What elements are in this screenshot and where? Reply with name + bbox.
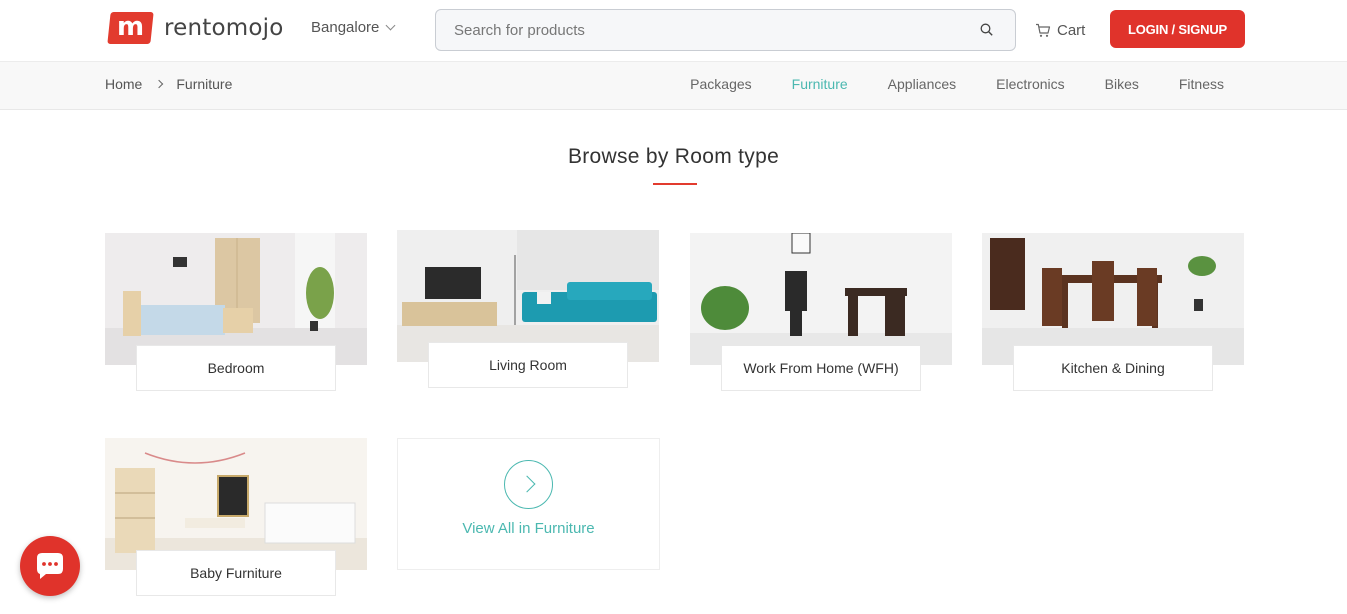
category-appliances[interactable]: Appliances [888,76,957,92]
room-card-living-room[interactable]: Living Room [397,230,659,390]
room-card-bedroom[interactable]: Bedroom [105,233,367,393]
category-fitness[interactable]: Fitness [1179,76,1224,92]
view-all-furniture-card[interactable]: View All in Furniture [397,438,660,570]
room-label: Work From Home (WFH) [721,345,921,391]
chevron-right-icon [155,79,164,89]
chat-bubble-icon [37,553,63,579]
room-card-kitchen-dining[interactable]: Kitchen & Dining [982,233,1244,393]
rentomojo-logo[interactable]: m rentomojo [107,12,284,44]
search-icon[interactable] [980,23,993,36]
category-packages[interactable]: Packages [690,76,751,92]
search-bar [435,9,1016,51]
chevron-right-circle-icon [504,460,553,509]
category-furniture[interactable]: Furniture [792,76,848,92]
room-label: Kitchen & Dining [1013,345,1213,391]
section-title: Browse by Room type [567,145,780,168]
cart-icon [1036,23,1051,37]
sub-navigation: Home Furniture Packages Furniture Applia… [0,62,1347,110]
room-label: Living Room [428,342,628,388]
cart-link[interactable]: Cart [1035,22,1085,39]
room-card-baby-furniture[interactable]: Baby Furniture [105,438,367,598]
logo-letter: m [117,12,145,42]
top-header: m rentomojo Bangalore Cart LOGIN / SIGNU… [0,0,1347,62]
chat-button[interactable] [20,536,80,596]
search-input[interactable] [454,20,954,40]
room-label: Baby Furniture [136,550,336,596]
cart-label: Cart [1057,22,1086,39]
chevron-down-icon [385,20,396,31]
room-label: Bedroom [136,345,336,391]
logo-text: rentomojo [164,15,284,41]
title-underline [653,183,697,185]
category-nav: Packages Furniture Appliances Electronic… [690,76,1224,92]
city-label: Bangalore [311,19,380,36]
login-signup-button[interactable]: LOGIN / SIGNUP [1110,10,1245,48]
room-card-work-from-home[interactable]: Work From Home (WFH) [690,233,952,393]
breadcrumb-current: Furniture [176,76,233,92]
breadcrumb-home[interactable]: Home [105,76,142,92]
view-all-label: View All in Furniture [462,520,595,537]
category-electronics[interactable]: Electronics [996,76,1064,92]
logo-mark-icon: m [107,12,154,44]
city-selector[interactable]: Bangalore [311,19,396,36]
category-bikes[interactable]: Bikes [1105,76,1139,92]
breadcrumb: Home Furniture [105,76,232,92]
